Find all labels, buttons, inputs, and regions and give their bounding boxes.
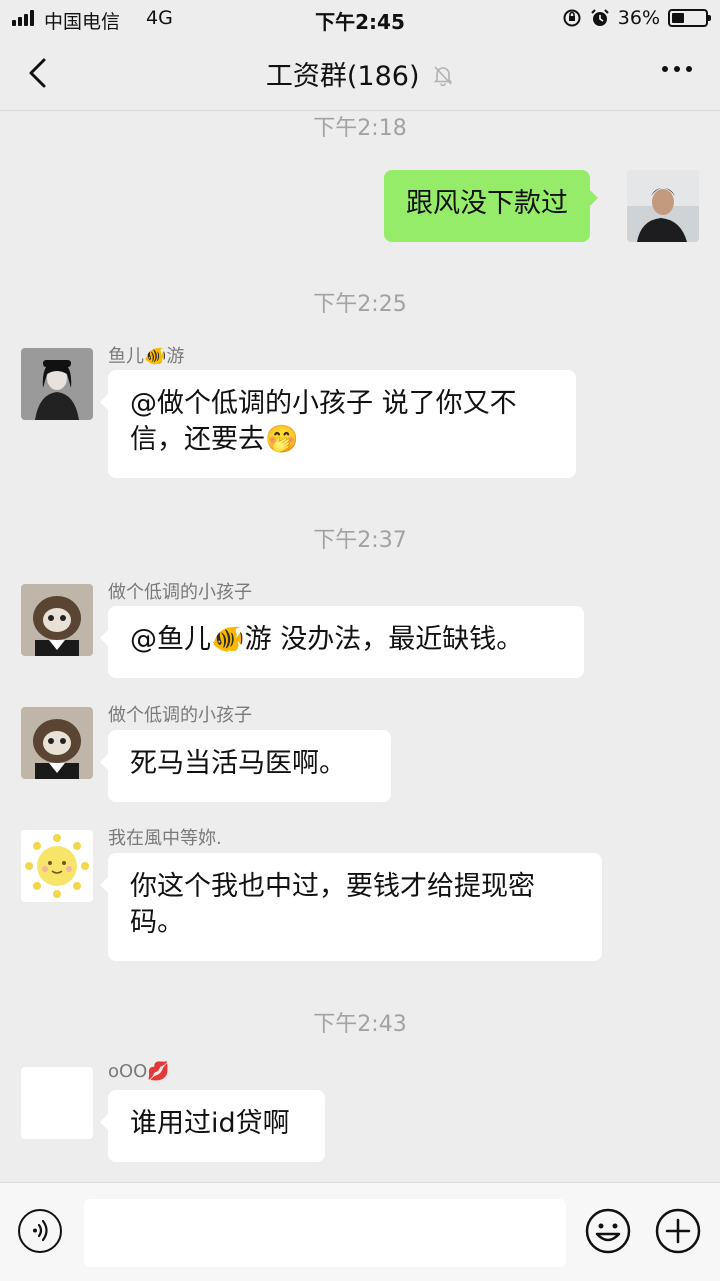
rotation-lock-icon — [562, 8, 582, 28]
sender-avatar[interactable] — [21, 1067, 93, 1139]
timestamp: 下午2:25 — [313, 292, 407, 317]
plus-circle-icon — [655, 1208, 701, 1254]
my-message-bubble[interactable]: 跟风没下款过 — [384, 170, 598, 242]
alarm-icon — [590, 8, 610, 28]
status-bar: 中国电信 4G 下午2:45 36% — [0, 0, 720, 38]
message-bubble[interactable]: @鱼儿🐠游 没办法，最近缺钱。 — [100, 606, 584, 678]
message-line: 你这个我也中过，要钱才给提现密 — [130, 871, 535, 902]
message-text: 跟风没下款过 — [406, 188, 568, 219]
sender-name: 我在風中等妳. — [108, 828, 222, 849]
timestamp: 下午2:18 — [313, 116, 407, 141]
more-options-button[interactable] — [662, 66, 692, 72]
battery-percent: 36% — [617, 7, 660, 29]
sender-name: 做个低调的小孩子 — [108, 582, 252, 603]
emoji-button[interactable] — [584, 1207, 632, 1255]
battery-level-fill — [672, 13, 684, 23]
message-bubble[interactable]: @做个低调的小孩子 说了你又不 信，还要去🤭 — [100, 370, 576, 478]
message-line: 死马当活马医啊。 — [130, 748, 346, 779]
message-bubble[interactable]: 谁用过id贷啊 — [100, 1090, 325, 1162]
sender-name: 鱼儿🐠游 — [108, 346, 185, 367]
sender-avatar[interactable] — [21, 830, 93, 902]
sender-name: 做个低调的小孩子 — [108, 705, 252, 726]
more-functions-button[interactable] — [654, 1207, 702, 1255]
sender-avatar[interactable] — [21, 707, 93, 779]
chat-title: 工资群(186) — [265, 61, 420, 92]
sender-avatar[interactable] — [21, 584, 93, 656]
voice-input-button[interactable] — [18, 1209, 62, 1253]
sender-name: oOO💋 — [108, 1061, 170, 1082]
message-line: 谁用过id贷啊 — [130, 1108, 290, 1139]
chat-title-wrap: 工资群(186) — [0, 54, 720, 93]
battery-icon — [668, 9, 711, 27]
message-bubble[interactable]: 你这个我也中过，要钱才给提现密 码。 — [100, 853, 602, 961]
message-input[interactable] — [84, 1199, 566, 1267]
chat-header: 工资群(186) — [0, 38, 720, 111]
timestamp: 下午2:37 — [313, 528, 407, 553]
input-bar — [0, 1182, 720, 1281]
voice-wave-icon — [33, 1219, 48, 1242]
sender-avatar[interactable] — [21, 348, 93, 420]
message-bubble[interactable]: 死马当活马医啊。 — [100, 730, 391, 802]
timestamp: 下午2:43 — [313, 1012, 407, 1037]
my-avatar[interactable] — [627, 170, 699, 242]
message-line: 信，还要去🤭 — [130, 424, 299, 455]
mute-bell-icon — [432, 62, 454, 93]
message-line: @鱼儿🐠游 没办法，最近缺钱。 — [130, 624, 524, 655]
emoji-face-icon — [585, 1208, 631, 1254]
message-line: @做个低调的小孩子 说了你又不 — [130, 388, 517, 419]
message-line: 码。 — [130, 907, 184, 938]
